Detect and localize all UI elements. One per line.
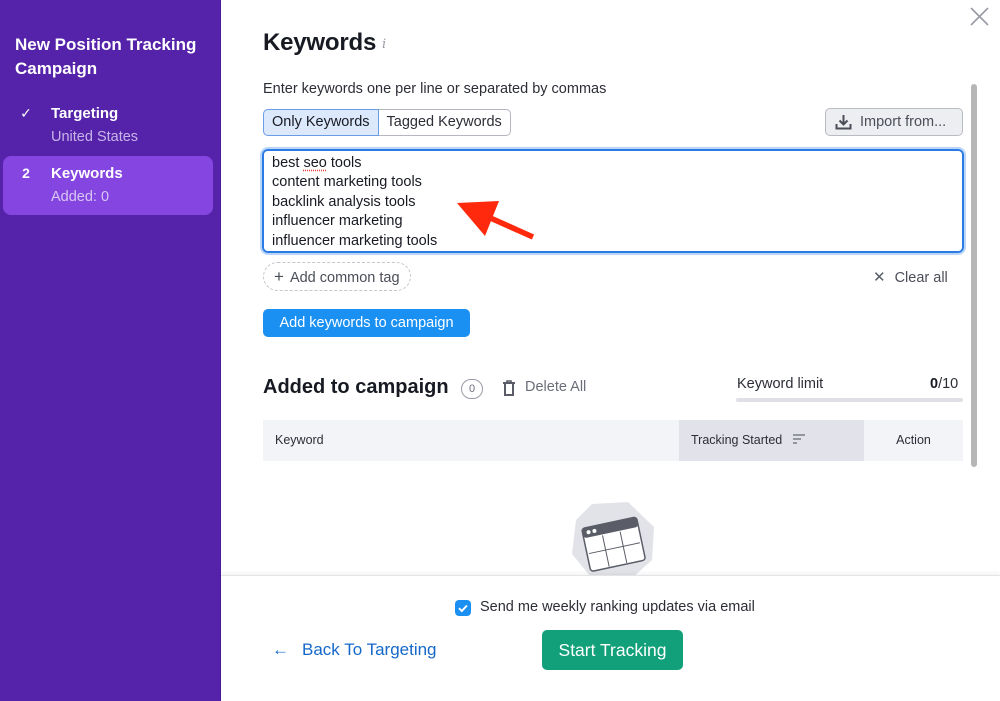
back-label: Back To Targeting xyxy=(302,640,437,659)
step-sub: Added: 0 xyxy=(51,189,110,205)
tab-only-keywords[interactable]: Only Keywords xyxy=(263,109,379,136)
column-keyword: Keyword xyxy=(275,433,324,447)
email-updates-label[interactable]: Send me weekly ranking updates via email xyxy=(480,599,755,615)
back-to-targeting-link[interactable]: ← Back To Targeting xyxy=(272,640,437,660)
arrow-left-icon: ← xyxy=(272,640,289,659)
column-action: Action xyxy=(896,433,931,447)
keyword-limit-label: Keyword limit xyxy=(737,376,824,392)
sidebar-step-targeting[interactable]: ✓ Targeting United States xyxy=(3,96,213,155)
start-tracking-button[interactable]: Start Tracking xyxy=(542,630,683,670)
info-icon[interactable]: i xyxy=(382,37,386,52)
step-label: Targeting xyxy=(51,105,119,122)
sidebar-step-keywords[interactable]: 2 Keywords Added: 0 xyxy=(3,156,213,215)
keyword-count-badge: 0 xyxy=(461,379,483,399)
clear-icon: ✕ xyxy=(873,269,886,286)
annotation-arrow-icon xyxy=(457,201,535,240)
close-button[interactable] xyxy=(966,4,992,30)
delete-all-button[interactable]: Delete All xyxy=(502,379,587,396)
keyword-mode-tabs: Only Keywords Tagged Keywords xyxy=(263,109,511,136)
add-keywords-button[interactable]: Add keywords to campaign xyxy=(263,309,470,337)
column-label: Tracking Started xyxy=(691,433,783,447)
keyword-limit-value: 0/10 xyxy=(930,376,958,392)
limit-used: 0 xyxy=(930,376,939,392)
added-to-campaign-title: Added to campaign xyxy=(263,376,449,398)
check-icon: ✓ xyxy=(20,105,32,121)
column-tracking-started[interactable]: Tracking Started xyxy=(679,420,864,461)
sort-icon xyxy=(792,434,805,444)
instruction-text: Enter keywords one per line or separated… xyxy=(263,81,607,97)
download-icon xyxy=(835,115,852,130)
import-label: Import from... xyxy=(860,114,947,130)
sidebar: New Position Tracking Campaign ✓ Targeti… xyxy=(0,0,221,701)
empty-table-icon xyxy=(572,502,654,578)
import-button[interactable]: Import from... xyxy=(825,108,963,136)
campaign-table-header: Keyword Tracking Started Action xyxy=(263,420,963,461)
checkmark-icon xyxy=(458,604,468,613)
limit-total: /10 xyxy=(938,376,959,392)
sidebar-title: New Position Tracking Campaign xyxy=(15,35,197,78)
add-common-tag-button[interactable]: + Add common tag xyxy=(263,262,411,291)
keywords-textarea[interactable] xyxy=(262,149,964,253)
clear-label: Clear all xyxy=(894,270,948,286)
keyword-limit-bar xyxy=(736,398,963,402)
email-updates-checkbox[interactable] xyxy=(455,600,471,616)
page-title: Keywords xyxy=(263,29,377,56)
step-label: Keywords xyxy=(51,165,123,182)
scrollbar[interactable] xyxy=(971,84,977,467)
clear-all-button[interactable]: ✕ Clear all xyxy=(873,268,948,286)
plus-icon: + xyxy=(274,267,284,286)
tab-tagged-keywords[interactable]: Tagged Keywords xyxy=(378,109,511,136)
add-tag-label: Add common tag xyxy=(289,270,400,286)
step-number: 2 xyxy=(22,165,30,181)
step-sub: United States xyxy=(51,129,139,145)
trash-icon xyxy=(503,380,515,396)
delete-all-label: Delete All xyxy=(525,379,587,395)
close-icon xyxy=(970,7,989,26)
